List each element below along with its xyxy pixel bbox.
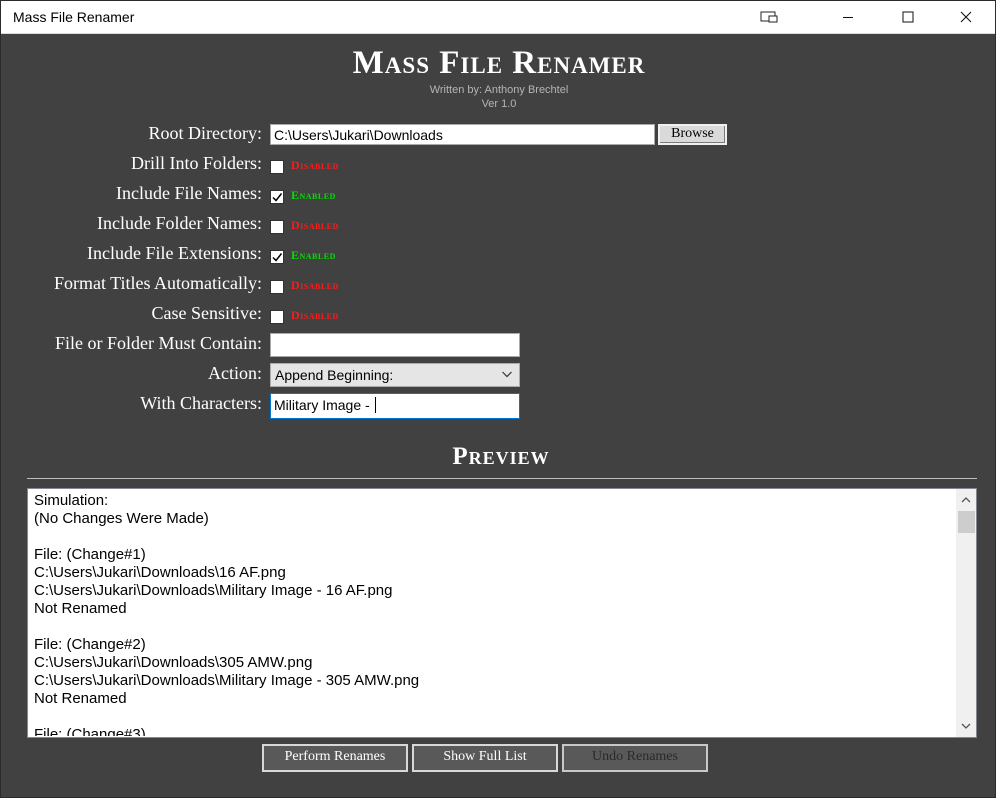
include-file-extensions-label: Include File Extensions: (87, 243, 262, 263)
checkmark-icon (272, 193, 283, 202)
case-sensitive-status: Disabled (291, 308, 339, 322)
scroll-down-icon[interactable] (956, 717, 976, 735)
preview-line: C:\Users\Jukari\Downloads\Military Image… (34, 582, 393, 599)
version-text: Ver 1.0 (481, 98, 517, 110)
include-folder-names-label: Include Folder Names: (97, 213, 262, 233)
must-contain-input[interactable] (270, 333, 520, 357)
include-file-names-checkbox[interactable] (270, 190, 284, 204)
include-file-extensions-checkbox[interactable] (270, 250, 284, 264)
app-title: Mass File Renamer (352, 45, 646, 81)
preview-line: File: (Change#3) (34, 726, 146, 736)
drill-into-folders-status: Disabled (291, 158, 339, 172)
text-caret (374, 397, 376, 413)
scroll-thumb[interactable] (958, 511, 975, 533)
preview-line: File: (Change#1) (34, 546, 146, 563)
preview-line: C:\Users\Jukari\Downloads\Military Image… (34, 672, 420, 689)
action-label: Action: (208, 363, 262, 383)
chevron-down-icon (501, 367, 513, 384)
preview-textarea[interactable]: Simulation: (No Changes Were Made) File: (… (27, 488, 977, 738)
preview-line: Simulation: (34, 492, 109, 509)
perform-renames-button[interactable]: Perform Renames (262, 744, 408, 772)
window-title: Mass File Renamer (13, 9, 135, 25)
with-characters-input[interactable]: Military Image - (270, 393, 520, 419)
with-characters-value: Military Image - (274, 397, 374, 413)
action-select[interactable]: Append Beginning: (270, 363, 520, 387)
preview-line (34, 618, 949, 636)
action-selected-value: Append Beginning: (275, 367, 394, 383)
case-sensitive-label: Case Sensitive: (151, 303, 263, 323)
case-sensitive-checkbox[interactable] (270, 310, 284, 324)
undo-renames-button[interactable]: Undo Renames (562, 744, 708, 772)
preview-text: Simulation: (No Changes Were Made) File: (… (34, 492, 949, 736)
preview-line (34, 708, 949, 726)
preview-line: File: (Change#2) (34, 636, 146, 653)
preview-line: (No Changes Were Made) (34, 510, 209, 527)
include-file-names-status: Enabled (291, 188, 336, 202)
preview-divider (27, 478, 977, 479)
include-file-extensions-status: Enabled (291, 248, 336, 262)
format-titles-checkbox[interactable] (270, 280, 284, 294)
preview-heading: Preview (452, 443, 550, 470)
drill-into-folders-checkbox[interactable] (270, 160, 284, 174)
maximize-button[interactable] (885, 1, 931, 33)
app-window: Mass File Renamer Mass File Renamer Writ… (0, 0, 996, 798)
minimize-button[interactable] (825, 1, 871, 33)
include-folder-names-checkbox[interactable] (270, 220, 284, 234)
compact-overlay-icon[interactable] (747, 1, 793, 33)
title-bar: Mass File Renamer (1, 1, 995, 34)
author-text: Written by: Anthony Brechtel (429, 84, 569, 96)
preview-scrollbar[interactable] (956, 489, 976, 737)
preview-line (34, 528, 949, 546)
format-titles-status: Disabled (291, 278, 339, 292)
preview-line: C:\Users\Jukari\Downloads\16 AF.png (34, 564, 286, 581)
root-directory-label: Root Directory: (148, 123, 262, 143)
checkmark-icon (272, 253, 283, 262)
with-characters-label: With Characters: (140, 393, 262, 413)
show-full-list-button[interactable]: Show Full List (412, 744, 558, 772)
scroll-up-icon[interactable] (956, 491, 976, 509)
include-file-names-label: Include File Names: (116, 183, 262, 203)
preview-line: Not Renamed (34, 690, 127, 707)
browse-button[interactable]: Browse (658, 124, 727, 145)
close-button[interactable] (943, 1, 989, 33)
preview-line: C:\Users\Jukari\Downloads\305 AMW.png (34, 654, 313, 671)
include-folder-names-status: Disabled (291, 218, 339, 232)
drill-into-folders-label: Drill Into Folders: (131, 153, 262, 173)
must-contain-label: File or Folder Must Contain: (55, 333, 262, 353)
format-titles-label: Format Titles Automatically: (53, 273, 262, 293)
preview-line: Not Renamed (34, 600, 127, 617)
root-directory-input[interactable]: C:\Users\Jukari\Downloads (270, 124, 655, 145)
